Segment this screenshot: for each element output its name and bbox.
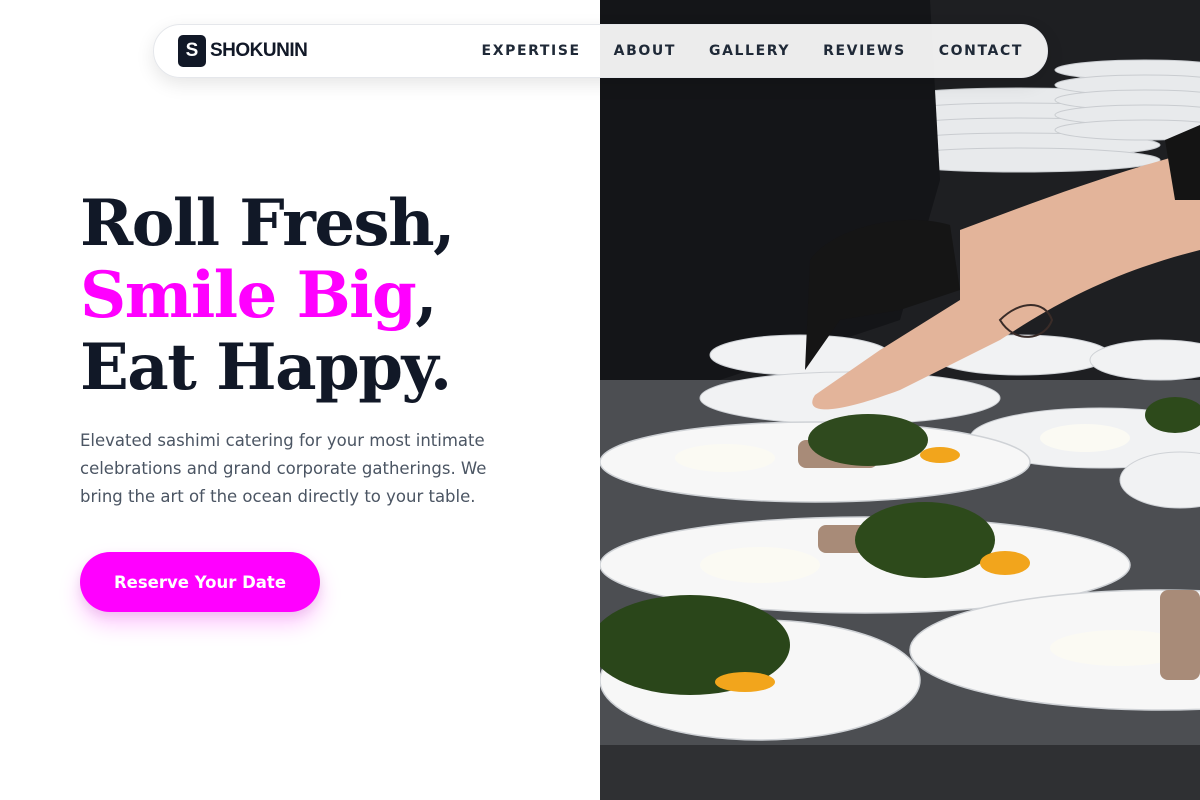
logo-mark-icon: S <box>178 35 206 67</box>
hero-title-accent: Smile Big <box>80 258 417 333</box>
brand-name: SHOKUNIN <box>210 40 308 61</box>
hero-title: Roll Fresh, Smile Big, Eat Happy. <box>80 188 560 404</box>
hero-title-line-3: Eat Happy. <box>80 330 452 405</box>
hero-photo <box>600 0 1200 800</box>
hero-description: Elevated sashimi catering for your most … <box>80 431 487 506</box>
top-navbar: S SHOKUNIN EXPERTISE ABOUT GALLERY REVIE… <box>153 24 1048 78</box>
nav-link-about[interactable]: ABOUT <box>614 43 676 59</box>
reserve-date-button[interactable]: Reserve Your Date <box>80 552 320 612</box>
brand-logo[interactable]: S SHOKUNIN <box>178 35 308 67</box>
nav-link-contact[interactable]: CONTACT <box>939 43 1023 59</box>
nav-link-reviews[interactable]: REVIEWS <box>823 43 906 59</box>
nav-links: EXPERTISE ABOUT GALLERY REVIEWS CONTACT <box>482 43 1023 59</box>
plating-photo-illustration <box>600 0 1200 800</box>
nav-link-gallery[interactable]: GALLERY <box>709 43 790 59</box>
hero-section: Roll Fresh, Smile Big, Eat Happy. Elevat… <box>80 188 560 511</box>
hero-title-line-2-suffix: , <box>415 258 437 333</box>
hero-title-line-1: Roll Fresh, <box>80 186 455 261</box>
nav-link-expertise[interactable]: EXPERTISE <box>482 43 581 59</box>
